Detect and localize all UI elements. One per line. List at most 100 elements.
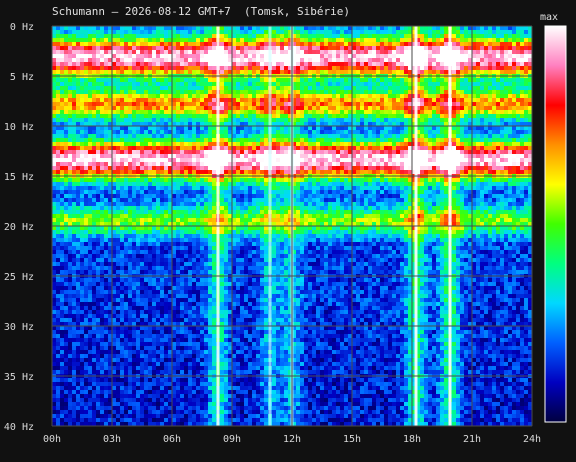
heatmap-cell (424, 178, 428, 182)
heatmap-cell (400, 78, 404, 82)
heatmap-cell (224, 182, 228, 186)
heatmap-cell (160, 154, 164, 158)
heatmap-cell (428, 66, 432, 70)
heatmap-cell (340, 170, 344, 174)
heatmap-cell (420, 30, 424, 34)
heatmap-cell (124, 62, 128, 66)
heatmap-cell (144, 102, 148, 106)
heatmap-cell (52, 82, 56, 86)
heatmap-cell (524, 54, 528, 58)
heatmap-cell (100, 118, 104, 122)
heatmap-cell (164, 82, 168, 86)
heatmap-cell (312, 186, 316, 190)
heatmap-cell (432, 182, 436, 186)
heatmap-cell (132, 154, 136, 158)
heatmap-cell (180, 150, 184, 154)
heatmap-cell (372, 42, 376, 46)
heatmap-cell (480, 186, 484, 190)
heatmap-cell (280, 102, 284, 106)
heatmap-cell (248, 166, 252, 170)
heatmap-cell (224, 66, 228, 70)
heatmap-cell (180, 26, 184, 30)
heatmap-cell (88, 86, 92, 90)
heatmap-cell (456, 146, 460, 150)
heatmap-cell (516, 182, 520, 186)
heatmap-cell (504, 54, 508, 58)
heatmap-cell (300, 114, 304, 118)
heatmap-cell (360, 98, 364, 102)
heatmap-cell (184, 42, 188, 46)
heatmap-cell (344, 42, 348, 46)
heatmap-cell (60, 42, 64, 46)
heatmap-cell (284, 66, 288, 70)
heatmap-cell (172, 182, 176, 186)
heatmap-cell (152, 30, 156, 34)
heatmap-cell (148, 186, 152, 190)
heatmap-cell (344, 190, 348, 194)
heatmap-cell (476, 134, 480, 138)
heatmap-cell (316, 154, 320, 158)
heatmap-cell (172, 94, 176, 98)
heatmap-cell (80, 178, 84, 182)
heatmap-cell (224, 86, 228, 90)
heatmap-cell (172, 102, 176, 106)
heatmap-cell (196, 98, 200, 102)
heatmap-cell (436, 90, 440, 94)
heatmap-cell (464, 102, 468, 106)
heatmap-cell (112, 34, 116, 38)
heatmap-cell (204, 26, 208, 30)
heatmap-cell (392, 62, 396, 66)
heatmap-cell (456, 30, 460, 34)
heatmap-cell (100, 106, 104, 110)
heatmap-cell (400, 114, 404, 118)
heatmap-cell (104, 62, 108, 66)
heatmap-cell (500, 146, 504, 150)
heatmap-cell (76, 178, 80, 182)
heatmap-cell (244, 138, 248, 142)
heatmap-cell (220, 178, 224, 182)
heatmap-cell (220, 70, 224, 74)
heatmap-cell (272, 126, 276, 130)
heatmap-cell (180, 78, 184, 82)
heatmap-cell (280, 38, 284, 42)
heatmap-cell (180, 66, 184, 70)
heatmap-cell (480, 102, 484, 106)
heatmap-cell (388, 90, 392, 94)
heatmap-cell (120, 158, 124, 162)
heatmap-cell (144, 34, 148, 38)
heatmap-cell (324, 34, 328, 38)
heatmap-cell (516, 162, 520, 166)
heatmap-cell (372, 86, 376, 90)
heatmap-cell (100, 46, 104, 50)
heatmap-cell (212, 34, 216, 38)
heatmap-cell (140, 46, 144, 50)
heatmap-cell (160, 66, 164, 70)
heatmap-cell (192, 162, 196, 166)
heatmap-cell (464, 106, 468, 110)
heatmap-cell (56, 50, 60, 54)
heatmap-cell (316, 126, 320, 130)
heatmap-cell (132, 98, 136, 102)
heatmap-cell (324, 126, 328, 130)
heatmap-cell (304, 150, 308, 154)
heatmap-cell (240, 146, 244, 150)
heatmap-cell (52, 62, 56, 66)
heatmap-cell (504, 34, 508, 38)
heatmap-cell (56, 110, 60, 114)
heatmap-cell (192, 110, 196, 114)
heatmap-cell (384, 46, 388, 50)
heatmap-cell (252, 190, 256, 194)
heatmap-cell (224, 30, 228, 34)
heatmap-cell (72, 126, 76, 130)
heatmap-cell (76, 166, 80, 170)
heatmap-cell (316, 66, 320, 70)
heatmap-cell (332, 146, 336, 150)
heatmap-cell (328, 46, 332, 50)
heatmap-cell (428, 86, 432, 90)
heatmap-cell (68, 182, 72, 186)
heatmap-cell (308, 62, 312, 66)
heatmap-cell (224, 54, 228, 58)
heatmap-cell (452, 42, 456, 46)
heatmap-cell (392, 158, 396, 162)
heatmap-cell (256, 126, 260, 130)
